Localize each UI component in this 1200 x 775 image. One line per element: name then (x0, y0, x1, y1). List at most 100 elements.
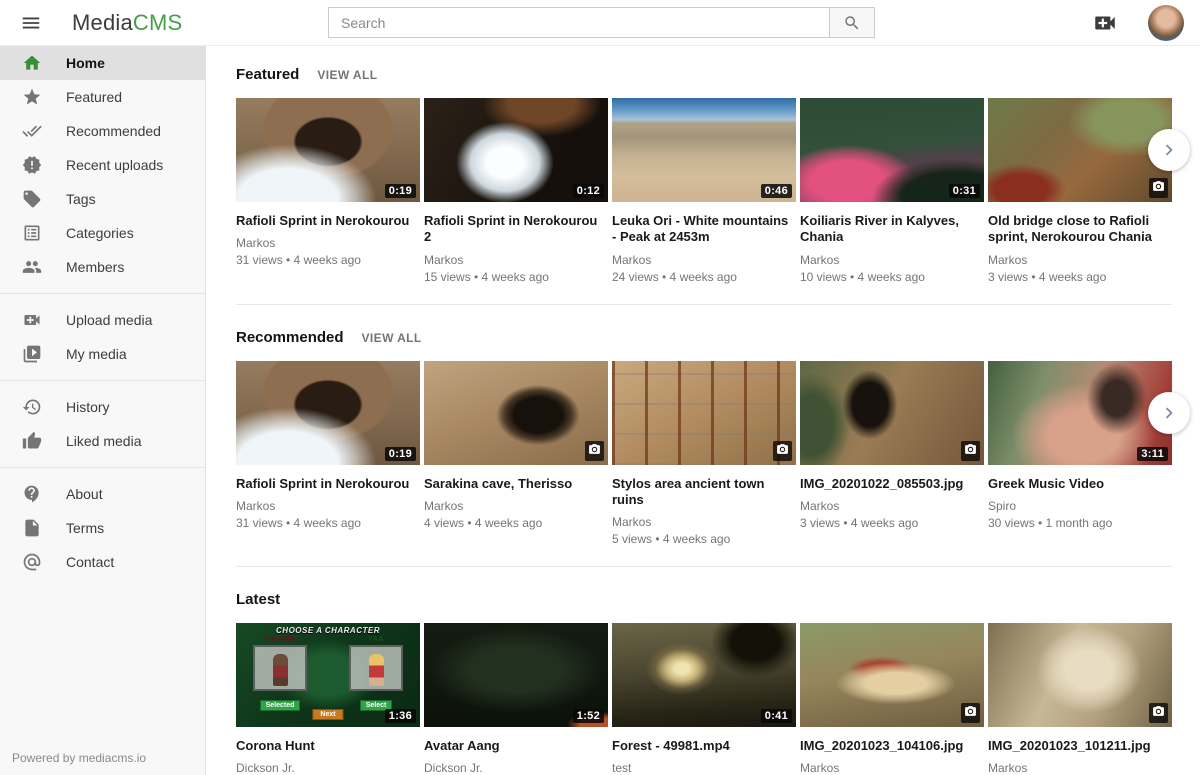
sidebar-item-label: Recommended (66, 123, 161, 139)
section-recommended: RecommendedVIEW ALL0:19Rafioli Sprint in… (236, 329, 1172, 568)
sidebar-item-contact[interactable]: Contact (0, 545, 205, 579)
media-thumbnail[interactable]: 1:52 (424, 623, 608, 727)
game-character-sprite (273, 654, 288, 686)
media-author[interactable]: Markos (800, 761, 984, 775)
media-thumbnail[interactable]: 0:12 (424, 98, 608, 202)
media-author[interactable]: Markos (236, 236, 420, 250)
sidebar-item-recommended[interactable]: Recommended (0, 114, 205, 148)
sidebar-item-members[interactable]: Members (0, 250, 205, 284)
media-title[interactable]: Corona Hunt (236, 738, 420, 754)
search-input[interactable] (328, 7, 830, 38)
media-author[interactable]: Markos (424, 499, 608, 513)
media-card[interactable]: Stylos area ancient town ruins Markos 5 vi… (612, 361, 796, 547)
at-icon (22, 552, 42, 572)
media-thumbnail[interactable]: 0:19 (236, 361, 420, 465)
powered-by-link[interactable]: Powered by mediacms.io (12, 751, 146, 765)
media-author[interactable]: Spiro (988, 499, 1172, 513)
media-card[interactable]: Old bridge close to Rafioli sprint, Nero… (988, 98, 1172, 284)
tag-icon (22, 189, 42, 209)
sidebar-item-recent-uploads[interactable]: Recent uploads (0, 148, 205, 182)
media-card[interactable]: 0:41Forest - 49981.mp4test17 views • 3 w… (612, 623, 796, 775)
media-title[interactable]: Rafioli Sprint in Nerokourou (236, 213, 420, 229)
media-card[interactable]: 1:52Avatar AangDickson Jr.12 views • 1 w… (424, 623, 608, 775)
media-card[interactable]: IMG_20201023_101211.jpgMarkos4 views • 4… (988, 623, 1172, 775)
search-button[interactable] (829, 7, 875, 38)
media-card[interactable]: IMG_20201023_104106.jpgMarkos4 views • 4… (800, 623, 984, 775)
camera-icon (1152, 705, 1165, 718)
media-thumbnail[interactable]: CHOOSE A CHARACTERKWAMESelectedYAASelect… (236, 623, 420, 727)
menu-button[interactable] (16, 8, 46, 38)
media-author[interactable]: Markos (988, 253, 1172, 267)
media-card[interactable]: Sarakina cave, TherissoMarkos4 views • 4… (424, 361, 608, 547)
media-meta: 5 views • 4 weeks ago (612, 532, 796, 546)
view-all-link[interactable]: VIEW ALL (362, 331, 422, 345)
sidebar-item-upload-media[interactable]: Upload media (0, 303, 205, 337)
media-thumbnail[interactable]: 0:19 (236, 98, 420, 202)
avatar[interactable] (1148, 5, 1184, 41)
media-thumbnail[interactable] (800, 361, 984, 465)
media-title[interactable]: Forest - 49981.mp4 (612, 738, 796, 754)
media-title[interactable]: IMG_20201022_085503.jpg (800, 476, 984, 492)
media-thumbnail[interactable]: 0:41 (612, 623, 796, 727)
help-icon (22, 484, 42, 504)
media-card[interactable]: CHOOSE A CHARACTERKWAMESelectedYAASelect… (236, 623, 420, 775)
scroll-next-button[interactable] (1148, 129, 1190, 171)
media-author[interactable]: Markos (612, 253, 796, 267)
media-author[interactable]: Markos (424, 253, 608, 267)
upload-media-button[interactable] (1088, 6, 1122, 40)
media-card[interactable]: 3:11Greek Music VideoSpiro30 views • 1 m… (988, 361, 1172, 547)
media-thumbnail[interactable]: 0:46 (612, 98, 796, 202)
media-author[interactable]: Markos (800, 499, 984, 513)
sidebar-item-history[interactable]: History (0, 390, 205, 424)
media-author[interactable]: Markos (988, 761, 1172, 775)
sidebar-item-featured[interactable]: Featured (0, 80, 205, 114)
media-title[interactable]: Koiliaris River in Kalyves, Chania (800, 213, 984, 246)
scroll-next-button[interactable] (1148, 392, 1190, 434)
sidebar-divider (0, 380, 205, 381)
media-card[interactable]: 0:31 Koiliaris River in Kalyves, Chania Ma… (800, 98, 984, 284)
media-author[interactable]: Markos (236, 499, 420, 513)
media-card[interactable]: IMG_20201022_085503.jpgMarkos3 views • 4… (800, 361, 984, 547)
media-thumbnail[interactable] (424, 361, 608, 465)
media-author[interactable]: test (612, 761, 796, 775)
section-header: Latest (236, 591, 1172, 608)
media-title[interactable]: Avatar Aang (424, 738, 608, 754)
duration-badge: 1:52 (573, 709, 604, 723)
media-author[interactable]: Dickson Jr. (424, 761, 608, 775)
sidebar-item-about[interactable]: About (0, 477, 205, 511)
media-thumbnail[interactable] (612, 361, 796, 465)
media-title[interactable]: Rafioli Sprint in Nerokourou (236, 476, 420, 492)
sidebar-item-tags[interactable]: Tags (0, 182, 205, 216)
media-author[interactable]: Markos (800, 253, 984, 267)
media-title[interactable]: IMG_20201023_101211.jpg (988, 738, 1172, 754)
media-title[interactable]: Sarakina cave, Therisso (424, 476, 608, 492)
media-author[interactable]: Dickson Jr. (236, 761, 420, 775)
media-title[interactable]: Old bridge close to Rafioli sprint, Nero… (988, 213, 1172, 246)
media-author[interactable]: Markos (612, 515, 796, 529)
logo[interactable]: MediaCMS (72, 10, 182, 36)
sidebar: Home Featured Recommended Recent uploadsTag… (0, 46, 206, 775)
sidebar-item-terms[interactable]: Terms (0, 511, 205, 545)
media-thumbnail[interactable]: 0:31 (800, 98, 984, 202)
media-title[interactable]: IMG_20201023_104106.jpg (800, 738, 984, 754)
media-title[interactable]: Leuka Ori - White mountains - Peak at 24… (612, 213, 796, 246)
media-title[interactable]: Greek Music Video (988, 476, 1172, 492)
sidebar-item-label: Home (66, 55, 105, 71)
media-thumbnail[interactable] (988, 98, 1172, 202)
media-card[interactable]: 0:46 Leuka Ori - White mountains - Peak a… (612, 98, 796, 284)
camera-icon (964, 705, 977, 718)
media-thumbnail[interactable]: 3:11 (988, 361, 1172, 465)
media-card[interactable]: 0:12 Rafioli Sprint in Nerokourou 2 Markos… (424, 98, 608, 284)
media-thumbnail[interactable] (800, 623, 984, 727)
view-all-link[interactable]: VIEW ALL (317, 68, 377, 82)
media-card[interactable]: 0:19Rafioli Sprint in NerokourouMarkos31… (236, 98, 420, 284)
sidebar-item-liked-media[interactable]: Liked media (0, 424, 205, 458)
sidebar-item-home[interactable]: Home (0, 46, 205, 80)
media-title[interactable]: Rafioli Sprint in Nerokourou 2 (424, 213, 608, 246)
media-title[interactable]: Stylos area ancient town ruins (612, 476, 796, 509)
media-card[interactable]: 0:19Rafioli Sprint in NerokourouMarkos31… (236, 361, 420, 547)
sidebar-item-my-media[interactable]: My media (0, 337, 205, 371)
media-thumbnail[interactable] (988, 623, 1172, 727)
sidebar-item-categories[interactable]: Categories (0, 216, 205, 250)
sidebar-item-label: Upload media (66, 312, 152, 328)
